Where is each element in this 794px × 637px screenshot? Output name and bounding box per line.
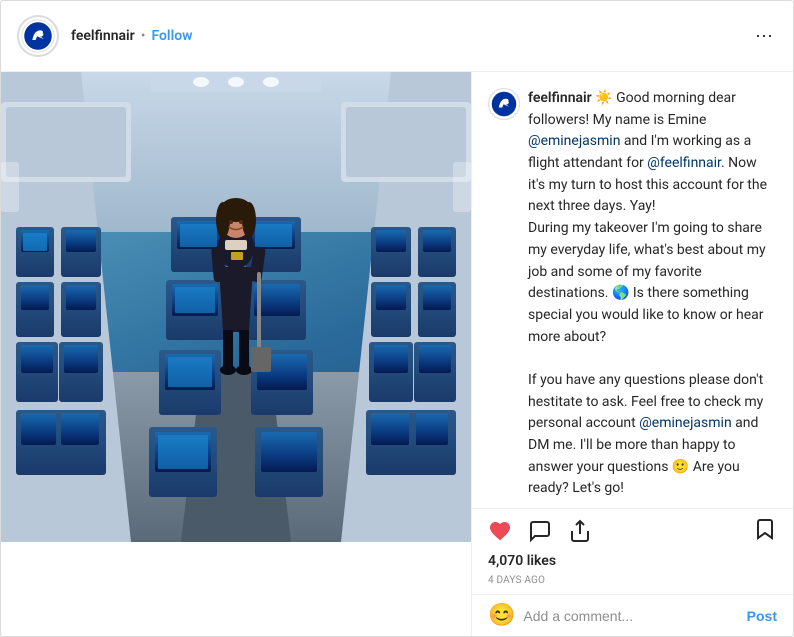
header-info: feelfinnair • Follow [71,28,751,44]
mention-eminejasmin[interactable]: @eminejasmin [528,133,620,149]
sun-icon: ☀️ [595,90,616,106]
post-container: feelfinnair • Follow ⋯ [0,0,794,637]
more-options-button[interactable]: ⋯ [751,26,777,47]
post-actions [472,508,793,549]
bookmark-button[interactable] [753,517,777,545]
post-header: feelfinnair • Follow ⋯ [1,1,793,72]
comment-input[interactable] [523,608,738,624]
comment-input-bar: 😊 Post [472,594,793,636]
caption-text: feelfinnair ☀️ Good morning dear followe… [528,88,777,500]
likes-count: 4,070 likes [472,549,793,573]
mention-feelfinnair[interactable]: @feelfinnair [647,155,721,171]
header-verified-dot: • [141,28,146,44]
like-button[interactable] [488,519,512,543]
post-comment-button[interactable]: Post [747,608,777,624]
post-right-panel: feelfinnair ☀️ Good morning dear followe… [471,72,793,636]
caption-top: feelfinnair ☀️ Good morning dear followe… [488,88,777,500]
post-body: feelfinnair ☀️ Good morning dear followe… [1,72,793,636]
avatar[interactable] [17,15,59,57]
caption-username[interactable]: feelfinnair [528,90,592,106]
caption-avatar [488,88,520,120]
share-button[interactable] [568,519,592,543]
caption-body: Good morning dear followers! My name is … [528,90,767,496]
mention-eminejasmin-2[interactable]: @eminejasmin [639,415,731,431]
header-username[interactable]: feelfinnair [71,28,135,44]
post-caption: feelfinnair ☀️ Good morning dear followe… [472,72,793,508]
comment-button[interactable] [528,519,552,543]
post-time: 4 DAYS AGO [472,573,793,594]
follow-button[interactable]: Follow [151,28,192,44]
post-image [1,72,471,542]
emoji-picker-button[interactable]: 😊 [488,603,515,628]
